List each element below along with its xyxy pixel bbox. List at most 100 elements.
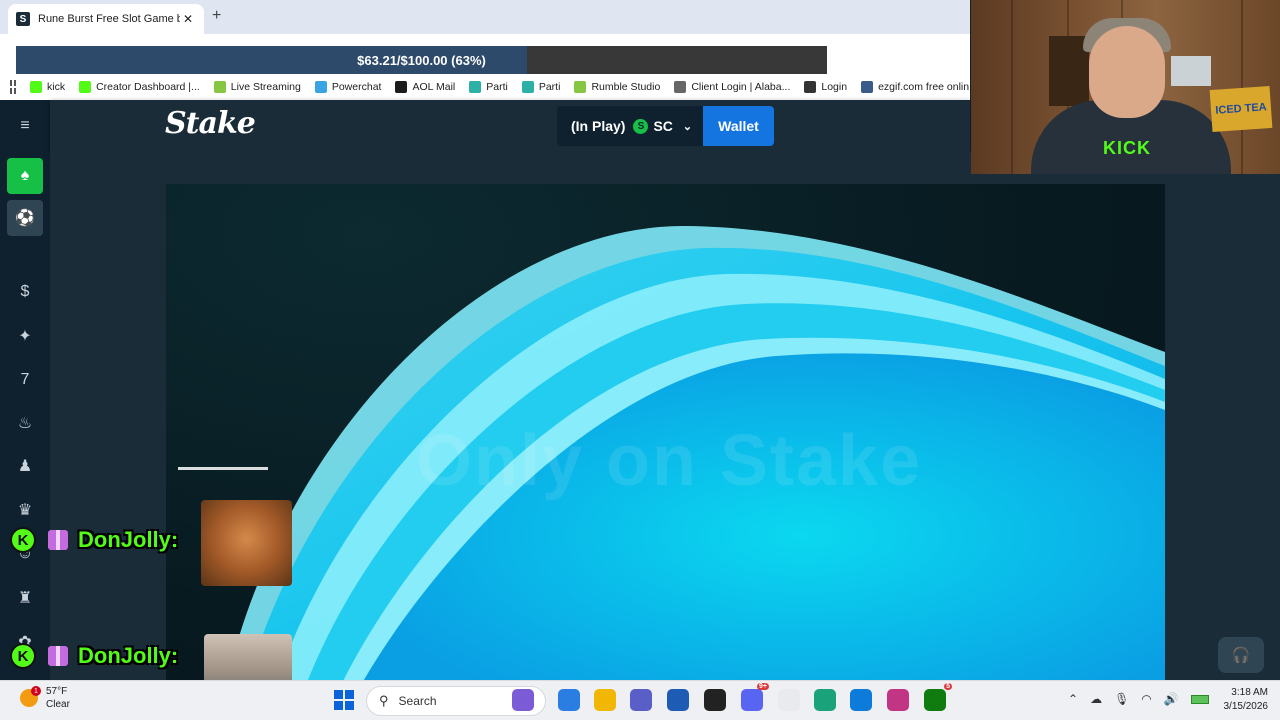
bookmark-item[interactable]: Powerchat	[314, 81, 382, 93]
bookmark-item[interactable]: Rumble Studio	[574, 81, 660, 93]
rumble-icon	[574, 81, 587, 93]
new-tab-button[interactable]: +	[212, 7, 221, 25]
goal-progress-bar: $63.21/$100.00 (63%)	[16, 46, 827, 75]
chat-message: K DonJolly:	[10, 641, 178, 671]
notification-badge: 5	[944, 683, 952, 690]
new-releases-icon[interactable]: ✦	[7, 318, 43, 354]
bookmark-label: Parti	[538, 81, 561, 93]
chat-username: DonJolly:	[78, 643, 179, 668]
gift-sub-icon	[48, 646, 68, 666]
balance-selector[interactable]: (In Play) S SC ⌄	[557, 106, 703, 146]
balance-label: (In Play)	[571, 118, 626, 134]
kick-icon	[79, 81, 92, 93]
bookmark-label: Login	[821, 81, 848, 93]
store-icon[interactable]	[667, 689, 689, 711]
crown-icon[interactable]: ♛	[7, 492, 43, 528]
bookmark-item[interactable]: kick	[30, 81, 65, 93]
onedrive-icon[interactable]: ☁	[1090, 692, 1102, 706]
streamer-face	[1089, 26, 1165, 118]
notification-badge: 9+	[757, 683, 769, 690]
teams-icon[interactable]	[630, 689, 652, 711]
discord-icon[interactable]: 9+	[741, 683, 769, 711]
live-casino-icon[interactable]: ♟	[7, 448, 43, 484]
bookmark-label: AOL Mail	[412, 81, 456, 93]
bookmark-item[interactable]: ezgif.com free onlin...	[861, 81, 970, 93]
stake-logo[interactable]: Stake	[165, 106, 256, 141]
screen: S Rune Burst Free Slot Game by A ✕ + $63…	[0, 0, 1280, 720]
wall-sign: ICED TEA	[1209, 85, 1273, 133]
bookmark-label: Parti	[486, 81, 508, 93]
bookmark-item[interactable]: Creator Dashboard |...	[79, 81, 200, 93]
bookmark-item[interactable]: Client Login | Alaba...	[674, 81, 790, 93]
photos-icon[interactable]	[814, 689, 836, 711]
weather-widget[interactable]: 1 57°F Clear	[20, 685, 70, 711]
currency-label: SC	[653, 118, 673, 134]
window	[1171, 56, 1211, 86]
orangutan-emote	[201, 500, 292, 586]
close-icon[interactable]: ✕	[180, 12, 196, 26]
instagram-icon[interactable]	[887, 689, 909, 711]
bookmarks-bar: kick Creator Dashboard |... Live Streaming…	[0, 74, 970, 100]
weather-sun-icon: 1	[20, 686, 41, 707]
stake-favicon-icon: S	[16, 12, 30, 26]
bookmark-label: ezgif.com free onlin...	[878, 81, 970, 93]
search-icon: ⚲	[379, 693, 389, 708]
goal-progress-text: $63.21/$100.00 (63%)	[357, 53, 486, 68]
microphone-icon[interactable]: 🎙	[1114, 692, 1129, 706]
browser-tab[interactable]: S Rune Burst Free Slot Game by A ✕	[8, 4, 204, 34]
bookmark-label: Creator Dashboard |...	[96, 81, 200, 93]
shirt-logo: KICK	[1103, 138, 1151, 158]
gift-sub-icon	[48, 530, 68, 550]
search-label: Search	[398, 694, 437, 708]
browser-tab-bar: S Rune Burst Free Slot Game by A ✕ +	[0, 0, 970, 34]
wallet-button[interactable]: Wallet	[703, 106, 774, 146]
chrome-icon[interactable]	[778, 689, 800, 711]
kick-badge-icon: K	[10, 527, 36, 553]
obs-icon[interactable]	[704, 689, 726, 711]
kick-badge-icon: K	[10, 643, 36, 669]
support-headset-icon[interactable]: 🎧	[1218, 637, 1264, 673]
bookmark-item[interactable]: Parti	[521, 81, 561, 93]
weather-desc: Clear	[46, 699, 70, 710]
apps-grid-icon[interactable]	[10, 80, 16, 94]
powerchat-icon	[314, 81, 327, 93]
chat-message: K DonJolly:	[10, 525, 178, 555]
sweeps-coin-icon: S	[633, 118, 649, 134]
taskbar-clock[interactable]: 3:18 AM 3/15/2026	[1210, 686, 1269, 714]
edge-icon[interactable]	[850, 689, 872, 711]
casino-icon[interactable]: ♠	[7, 158, 43, 194]
bookmark-label: Client Login | Alaba...	[691, 81, 791, 93]
game-frame[interactable]: Only on Stake	[166, 184, 1165, 685]
copilot-icon[interactable]	[558, 689, 580, 711]
aol-icon	[395, 81, 408, 93]
bookmark-item[interactable]: Parti	[469, 81, 508, 93]
slots-icon[interactable]: 7	[7, 362, 43, 398]
chat-username: DonJolly:	[78, 527, 179, 552]
document-icon	[674, 81, 687, 93]
volume-icon[interactable]: 🔊	[1164, 692, 1179, 706]
wifi-icon[interactable]: ◠	[1141, 692, 1151, 706]
chevron-up-icon[interactable]: ⌃	[1068, 692, 1078, 706]
file-explorer-icon[interactable]	[594, 689, 616, 711]
clapper-icon[interactable]	[512, 689, 534, 711]
menu-icon[interactable]: ≡	[7, 108, 43, 144]
bookmark-label: Rumble Studio	[591, 81, 661, 93]
xbox-icon[interactable]: 5	[924, 683, 952, 711]
bookmark-item[interactable]: AOL Mail	[395, 81, 455, 93]
play-icon	[213, 81, 226, 93]
table-games-icon[interactable]: ♜	[7, 580, 43, 616]
battery-icon[interactable]	[1190, 694, 1209, 704]
hot-icon[interactable]: ♨	[7, 405, 43, 441]
bookmark-label: Powerchat	[331, 81, 382, 93]
bookmark-item[interactable]: Login	[804, 81, 847, 93]
parti-icon	[521, 81, 534, 93]
kick-icon	[30, 81, 42, 93]
ezgif-icon	[861, 81, 874, 93]
stake-sidebar: ≡♠⚽$✦7♨♟♛☺♜✿	[0, 100, 50, 685]
system-tray: ⌃ ☁ 🎙 ◠ 🔊	[1068, 692, 1209, 706]
windows-start-icon[interactable]	[334, 690, 354, 710]
bookmark-item[interactable]: Live Streaming	[213, 81, 301, 93]
clock-date: 3/15/2026	[1223, 701, 1269, 712]
sports-icon[interactable]: ⚽	[7, 200, 43, 236]
stake-originals-icon[interactable]: $	[7, 274, 43, 310]
